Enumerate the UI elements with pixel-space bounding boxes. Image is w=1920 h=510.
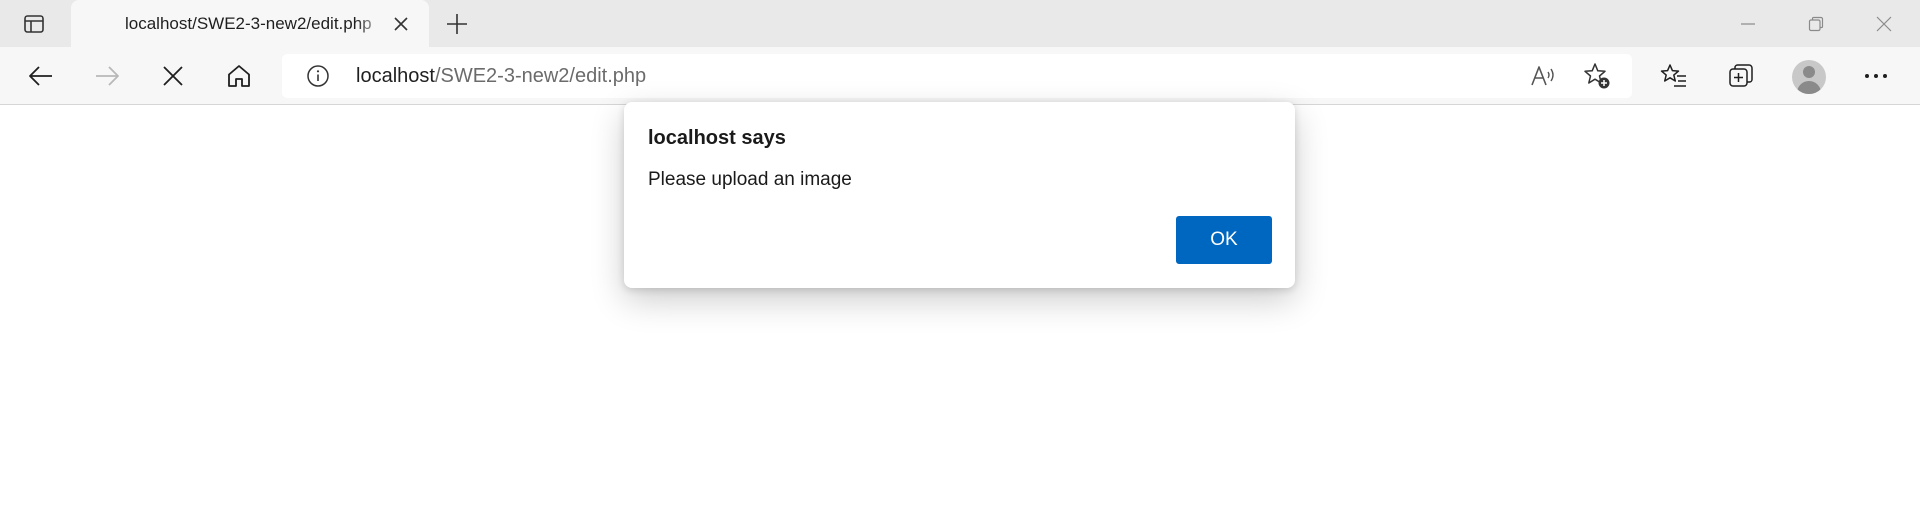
window-close-button[interactable]	[1850, 0, 1918, 47]
stop-loading-button[interactable]	[153, 56, 193, 96]
forward-arrow-icon	[94, 63, 120, 89]
minimize-button[interactable]	[1714, 0, 1782, 47]
settings-more-button[interactable]	[1856, 56, 1896, 96]
tab-actions-icon	[23, 13, 45, 35]
alert-dialog: localhost says Please upload an image OK	[624, 102, 1295, 288]
tab-close-button[interactable]	[389, 12, 413, 36]
tab-title: localhost/SWE2-3-new2/edit.php	[125, 14, 372, 33]
read-aloud-icon	[1530, 63, 1556, 89]
stop-icon	[162, 65, 184, 87]
read-aloud-button[interactable]	[1528, 61, 1558, 91]
forward-button[interactable]	[87, 56, 127, 96]
add-favorite-button[interactable]	[1582, 61, 1612, 91]
restore-button[interactable]	[1782, 0, 1850, 47]
address-url[interactable]: localhost/SWE2-3-new2/edit.php	[356, 65, 646, 87]
tab-strip: localhost/SWE2-3-new2/edit.php	[0, 0, 1920, 47]
tab-actions-button[interactable]	[14, 9, 54, 39]
back-button[interactable]	[21, 56, 61, 96]
dialog-title: localhost says	[648, 127, 786, 149]
close-icon	[1876, 16, 1892, 32]
address-bar[interactable]: localhost/SWE2-3-new2/edit.php	[282, 54, 1632, 98]
collections-button[interactable]	[1721, 56, 1761, 96]
url-host: localhost	[356, 65, 435, 87]
site-info-button[interactable]	[306, 64, 330, 88]
plus-icon	[446, 13, 468, 35]
back-arrow-icon	[28, 63, 54, 89]
favorites-icon	[1660, 62, 1688, 90]
url-path: /SWE2-3-new2/edit.php	[434, 65, 647, 87]
minimize-icon	[1740, 16, 1756, 32]
restore-icon	[1808, 16, 1824, 32]
browser-tab-active[interactable]: localhost/SWE2-3-new2/edit.php	[71, 0, 429, 47]
more-icon	[1864, 72, 1888, 80]
home-button[interactable]	[219, 56, 259, 96]
browser-toolbar: localhost/SWE2-3-new2/edit.php	[0, 47, 1920, 105]
home-icon	[226, 63, 252, 89]
dialog-message: Please upload an image	[648, 169, 852, 190]
new-tab-button[interactable]	[440, 8, 474, 40]
profile-avatar[interactable]	[1792, 60, 1826, 94]
info-icon	[306, 64, 330, 88]
close-icon	[394, 17, 408, 31]
favorites-button[interactable]	[1654, 56, 1694, 96]
collections-icon	[1727, 62, 1755, 90]
star-add-icon	[1583, 62, 1611, 90]
ok-button[interactable]: OK	[1176, 216, 1272, 264]
